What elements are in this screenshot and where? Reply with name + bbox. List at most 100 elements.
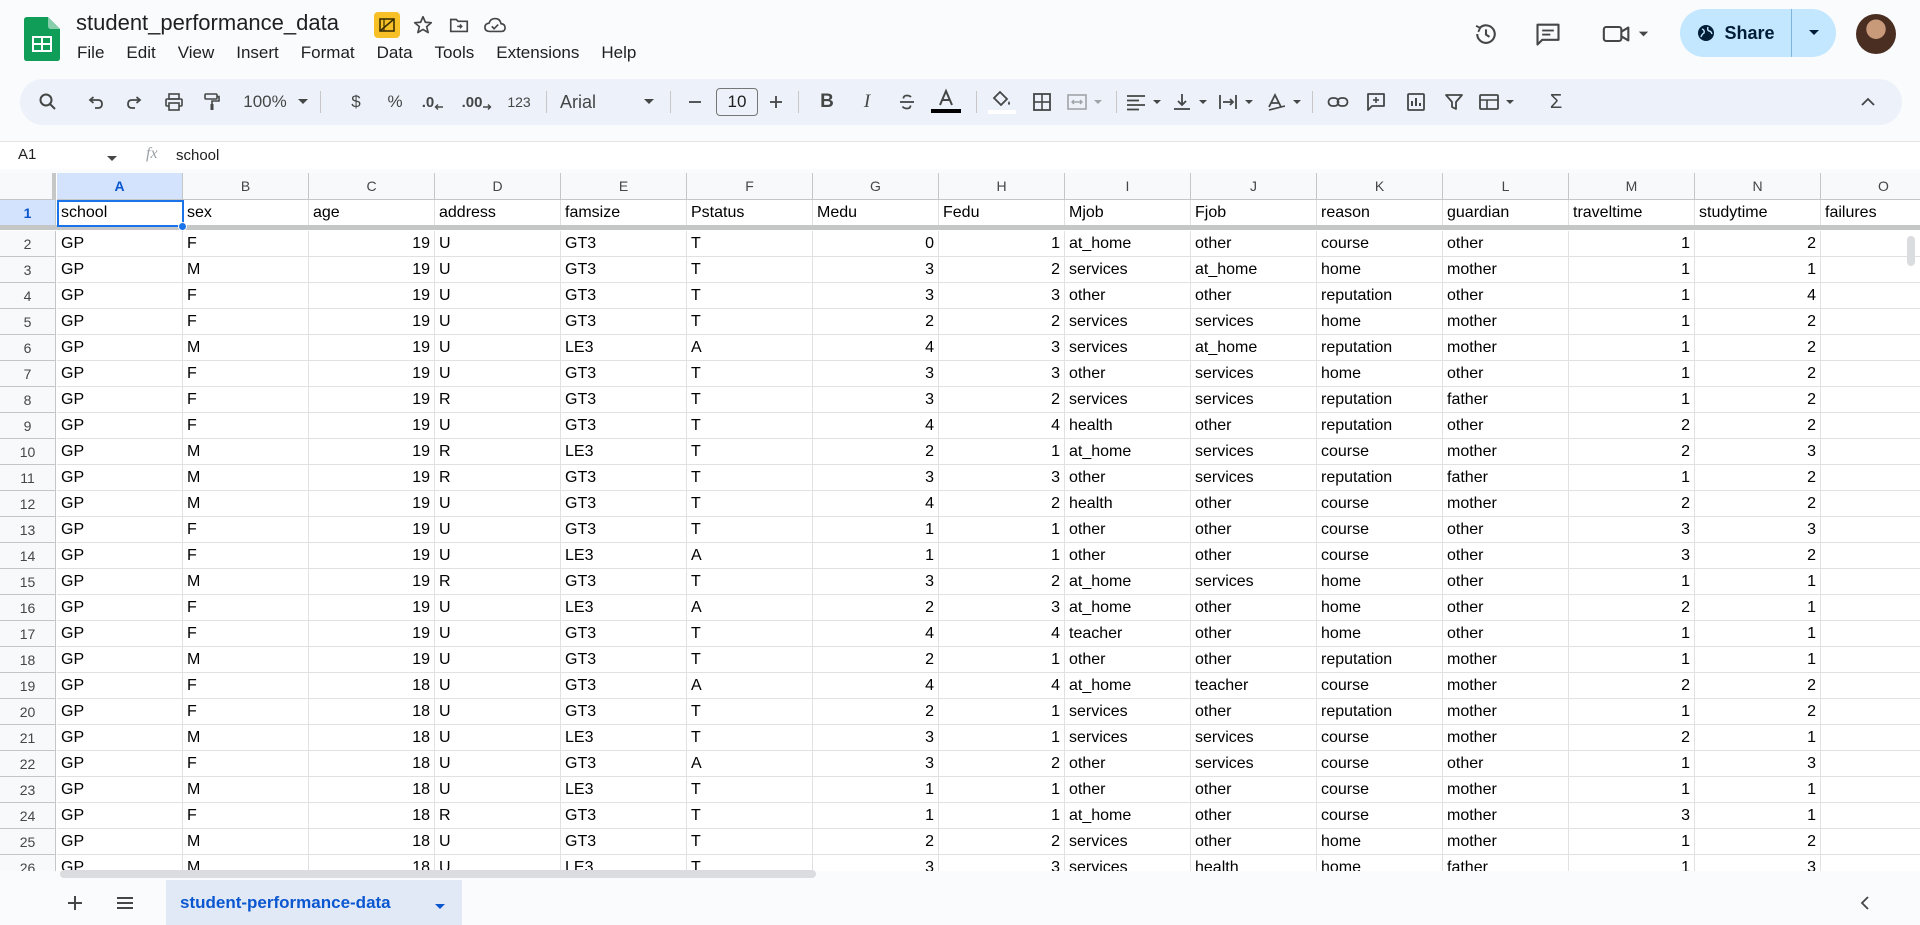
row-header[interactable]: 4: [0, 283, 56, 309]
cell[interactable]: 2: [1569, 725, 1695, 751]
cell[interactable]: [1821, 543, 1920, 569]
cell[interactable]: [1821, 829, 1920, 855]
cell[interactable]: at_home: [1065, 569, 1191, 595]
increase-decimal-button[interactable]: .00: [460, 79, 494, 125]
cell[interactable]: 19: [309, 309, 435, 335]
cell[interactable]: [1821, 647, 1920, 673]
cell[interactable]: at_home: [1065, 439, 1191, 465]
cell[interactable]: 3: [813, 283, 939, 309]
cell[interactable]: 2: [813, 647, 939, 673]
cell[interactable]: [1821, 413, 1920, 439]
cell[interactable]: course: [1317, 491, 1443, 517]
cell[interactable]: other: [1443, 569, 1569, 595]
cell[interactable]: U: [435, 491, 561, 517]
cell[interactable]: 1: [1569, 855, 1695, 871]
cell[interactable]: [1821, 283, 1920, 309]
cell[interactable]: mother: [1443, 777, 1569, 803]
borders-icon[interactable]: [1028, 79, 1056, 125]
cell[interactable]: 3: [1569, 543, 1695, 569]
cell[interactable]: reputation: [1317, 413, 1443, 439]
cell[interactable]: [1821, 465, 1920, 491]
cell[interactable]: at_home: [1191, 335, 1317, 361]
cell[interactable]: 19: [309, 543, 435, 569]
cell[interactable]: 19: [309, 491, 435, 517]
row-header[interactable]: 11: [0, 465, 56, 491]
cell[interactable]: F: [183, 283, 309, 309]
row-header[interactable]: 26: [0, 855, 56, 871]
cell[interactable]: health: [1065, 413, 1191, 439]
cell[interactable]: other: [1443, 751, 1569, 777]
select-all-corner[interactable]: [0, 173, 56, 200]
cell[interactable]: [1821, 361, 1920, 387]
cell[interactable]: 1: [939, 543, 1065, 569]
account-avatar[interactable]: [1856, 14, 1896, 54]
cell[interactable]: reputation: [1317, 387, 1443, 413]
cell[interactable]: 2: [1569, 673, 1695, 699]
freeze-divider[interactable]: [0, 225, 1920, 230]
cell[interactable]: 1: [1569, 621, 1695, 647]
cell[interactable]: [1821, 439, 1920, 465]
cell[interactable]: home: [1317, 595, 1443, 621]
cell[interactable]: GT3: [561, 283, 687, 309]
cell[interactable]: other: [1443, 283, 1569, 309]
cell[interactable]: health: [1065, 491, 1191, 517]
cell[interactable]: mother: [1443, 829, 1569, 855]
cell[interactable]: home: [1317, 569, 1443, 595]
cell[interactable]: services: [1065, 829, 1191, 855]
cell[interactable]: 1: [1569, 751, 1695, 777]
cell[interactable]: GT3: [561, 309, 687, 335]
cell[interactable]: mother: [1443, 699, 1569, 725]
cell[interactable]: 2: [1695, 543, 1821, 569]
cell[interactable]: GT3: [561, 647, 687, 673]
cell[interactable]: services: [1191, 361, 1317, 387]
formula-input[interactable]: school: [176, 147, 219, 164]
cell[interactable]: mother: [1443, 725, 1569, 751]
cell[interactable]: other: [1443, 543, 1569, 569]
all-sheets-menu-icon[interactable]: [108, 886, 142, 920]
row-header[interactable]: 24: [0, 803, 56, 829]
cell[interactable]: A: [687, 673, 813, 699]
undo-icon[interactable]: [82, 79, 110, 125]
cell[interactable]: GP: [57, 621, 183, 647]
cell[interactable]: 1: [1569, 647, 1695, 673]
cell[interactable]: 1: [1569, 387, 1695, 413]
cell[interactable]: services: [1065, 725, 1191, 751]
header-cell[interactable]: Fedu: [939, 200, 1065, 226]
cell[interactable]: [1821, 491, 1920, 517]
cell[interactable]: other: [1065, 751, 1191, 777]
cell[interactable]: at_home: [1065, 803, 1191, 829]
cell[interactable]: other: [1443, 361, 1569, 387]
cell[interactable]: T: [687, 231, 813, 257]
cell[interactable]: 19: [309, 231, 435, 257]
cell[interactable]: home: [1317, 361, 1443, 387]
cell[interactable]: R: [435, 465, 561, 491]
increase-font-size-icon[interactable]: [764, 79, 788, 125]
cell[interactable]: LE3: [561, 725, 687, 751]
cell[interactable]: 18: [309, 725, 435, 751]
cell[interactable]: 4: [813, 491, 939, 517]
cell[interactable]: U: [435, 829, 561, 855]
cell[interactable]: services: [1191, 309, 1317, 335]
cell[interactable]: 0: [813, 231, 939, 257]
column-header[interactable]: B: [183, 173, 309, 200]
cell[interactable]: T: [687, 855, 813, 871]
cell[interactable]: mother: [1443, 439, 1569, 465]
name-box[interactable]: A1: [18, 146, 36, 163]
cell[interactable]: other: [1191, 777, 1317, 803]
cell[interactable]: GT3: [561, 387, 687, 413]
cell[interactable]: T: [687, 777, 813, 803]
cell[interactable]: GT3: [561, 803, 687, 829]
cell[interactable]: GP: [57, 855, 183, 871]
cell[interactable]: 2: [813, 309, 939, 335]
cell[interactable]: U: [435, 647, 561, 673]
cell[interactable]: [1821, 699, 1920, 725]
spreadsheet-grid[interactable]: A B C D E F G H I J K L M N O 1 school sex age address famsi…: [0, 173, 1920, 871]
cell[interactable]: T: [687, 309, 813, 335]
row-header[interactable]: 6: [0, 335, 56, 361]
cell[interactable]: 1: [1569, 465, 1695, 491]
cell[interactable]: other: [1443, 621, 1569, 647]
cell[interactable]: 2: [939, 569, 1065, 595]
cell[interactable]: 1: [1695, 595, 1821, 621]
cell[interactable]: other: [1065, 647, 1191, 673]
cell[interactable]: A: [687, 595, 813, 621]
